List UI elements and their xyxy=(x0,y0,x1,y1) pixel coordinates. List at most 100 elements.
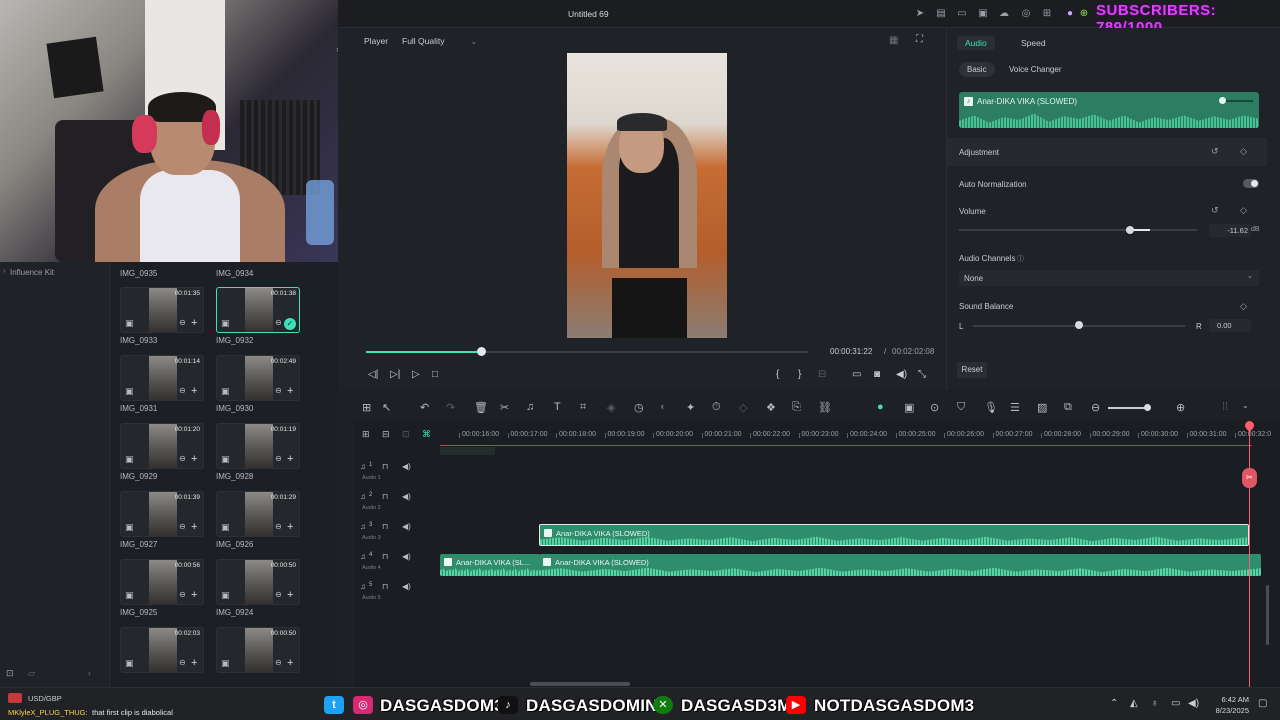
track-lock-icon[interactable]: ⊡ xyxy=(402,429,410,440)
grid-icon[interactable]: ⊞ xyxy=(1041,8,1053,20)
audio-stretch-icon[interactable]: ♫ xyxy=(526,401,534,413)
preview-icon[interactable]: ▣ xyxy=(125,658,134,669)
balance-slider-handle[interactable] xyxy=(1075,321,1083,329)
add-track-icon[interactable]: ⊞ xyxy=(362,429,370,440)
send-icon[interactable]: ➤ xyxy=(914,8,926,20)
proxy-icon[interactable]: ⊖ xyxy=(275,522,282,531)
tab-audio[interactable]: Audio xyxy=(957,36,995,50)
preview-icon[interactable]: ▣ xyxy=(221,318,230,329)
media-item[interactable]: 00:01:19 ▣ ⊖ + IMG_0928 xyxy=(216,423,300,481)
preview-icon[interactable]: ▣ xyxy=(221,454,230,465)
avatar-icon[interactable]: ● xyxy=(1064,8,1076,20)
volume-icon[interactable]: ◀) xyxy=(896,369,907,380)
proxy-icon[interactable]: ⊖ xyxy=(179,386,186,395)
lock-icon[interactable]: ⊓ xyxy=(382,492,388,501)
proxy-icon[interactable]: ⊖ xyxy=(179,522,186,531)
preview-icon[interactable]: ▣ xyxy=(221,658,230,669)
grid-dots-icon[interactable]: ⁞⁞ xyxy=(1222,401,1228,413)
quality-dropdown[interactable]: Full Quality ⌄ xyxy=(402,36,477,46)
speaker-icon[interactable]: ◀) xyxy=(402,582,411,591)
proxy-icon[interactable]: ⊖ xyxy=(179,658,186,667)
lock-icon[interactable]: ⊓ xyxy=(382,582,388,591)
media-item[interactable]: 00:02:49 ▣ ⊖ + IMG_0930 xyxy=(216,355,300,413)
track-header[interactable]: ♫ 2 ⊓ ◀) Audio 2 xyxy=(360,492,420,522)
media-item[interactable]: 00:00:56 ▣ ⊖ + IMG_0925 xyxy=(120,559,204,617)
auto-ripple-icon[interactable]: ⌘ xyxy=(422,429,431,440)
media-thumbnail[interactable]: 00:00:50 ▣ ⊖ + xyxy=(216,559,300,605)
preview-icon[interactable]: ▣ xyxy=(221,386,230,397)
track-header[interactable]: ♫ 4 ⊓ ◀) Audio 4 xyxy=(360,552,420,582)
media-item[interactable]: 00:01:29 ▣ ⊖ + IMG_0926 xyxy=(216,491,300,549)
subtab-basic[interactable]: Basic xyxy=(959,62,995,77)
more-chevron-icon[interactable]: ⌄ xyxy=(1242,401,1249,410)
fullscreen-icon[interactable]: ⤡ xyxy=(918,369,926,380)
display-tray-icon[interactable]: ▭ xyxy=(1171,698,1180,709)
playhead-line[interactable] xyxy=(1249,425,1250,687)
timer-icon[interactable]: ⏱ xyxy=(712,401,721,414)
nav-item-influence-kit[interactable]: Influence Kit xyxy=(10,268,54,277)
media-thumbnail[interactable]: 00:01:39 ▣ ⊖ + xyxy=(120,491,204,537)
list-icon[interactable]: ☰ xyxy=(1010,401,1020,414)
speaker-icon[interactable]: ◀) xyxy=(402,522,411,531)
volume-slider-handle[interactable] xyxy=(1126,226,1135,234)
proxy-icon[interactable]: ⊖ xyxy=(275,318,282,327)
microphone-icon[interactable]: 🎙 xyxy=(984,401,998,414)
volume-slider-track[interactable] xyxy=(959,229,1197,231)
ai-effects-icon[interactable]: ✦ xyxy=(686,401,695,414)
media-thumbnail[interactable]: 00:01:14 ▣ ⊖ + xyxy=(120,355,204,401)
proxy-icon[interactable]: ⊖ xyxy=(179,454,186,463)
clip-volume-handle[interactable] xyxy=(1219,97,1226,104)
media-item[interactable]: 00:01:14 ▣ ⊖ + IMG_0931 xyxy=(120,355,204,413)
timeline-vertical-scrollbar[interactable] xyxy=(1266,585,1269,645)
split-marker-icon[interactable]: ✂ xyxy=(1242,468,1257,488)
undo-icon[interactable]: ↶ xyxy=(420,401,429,414)
lock-icon[interactable]: ⊓ xyxy=(382,462,388,471)
media-item[interactable]: 00:01:20 ▣ ⊖ + IMG_0929 xyxy=(120,423,204,481)
media-item[interactable]: 00:00:50 ▣ ⊖ + xyxy=(216,627,300,676)
stock-ticker[interactable]: USD/GBP xyxy=(28,694,62,703)
mask-icon[interactable]: ◈ xyxy=(607,401,615,414)
clock-time[interactable]: 6:42 AM xyxy=(1205,695,1249,704)
previous-frame-icon[interactable]: ◁| xyxy=(368,369,378,380)
color-icon[interactable]: ◐ xyxy=(660,401,667,413)
preview-icon[interactable]: ▣ xyxy=(125,318,134,329)
notifications-icon[interactable]: ▢ xyxy=(1258,698,1267,709)
link-icon[interactable]: ⛓ xyxy=(818,401,832,414)
media-item[interactable]: 00:01:35 ▣ ⊖ + IMG_0933 xyxy=(120,287,204,345)
speaker-icon[interactable]: ◀) xyxy=(402,492,411,501)
preview-icon[interactable]: ▣ xyxy=(221,590,230,601)
plus-circle-icon[interactable]: ⊕ xyxy=(1078,8,1090,20)
audio-channels-dropdown[interactable]: None ⌄ xyxy=(959,270,1259,286)
track-header[interactable]: ♫ 5 ⊓ ◀) Audio 5 xyxy=(360,582,420,612)
document-icon[interactable]: ▤ xyxy=(935,8,947,20)
shield-icon[interactable]: ⛉ xyxy=(957,401,965,414)
proxy-icon[interactable]: ⊖ xyxy=(275,590,282,599)
balance-value-input[interactable]: 0.00 xyxy=(1209,319,1251,332)
mark-in-icon[interactable]: { xyxy=(776,369,779,380)
media-item[interactable]: 00:01:38 ▣ ⊖ ✓ IMG_0932 xyxy=(216,287,300,345)
add-icon[interactable]: + xyxy=(191,453,197,465)
keyframe-tool-icon[interactable]: ◇ xyxy=(739,401,747,414)
add-icon[interactable]: + xyxy=(287,453,293,465)
reset-button[interactable]: Reset xyxy=(957,362,987,378)
media-item[interactable]: 00:01:39 ▣ ⊖ + IMG_0927 xyxy=(120,491,204,549)
proxy-icon[interactable]: ⊖ xyxy=(275,454,282,463)
balance-keyframe-icon[interactable]: ◇ xyxy=(1240,301,1247,312)
preview-icon[interactable]: ▣ xyxy=(221,522,230,533)
collapse-panel-icon[interactable]: ‹ xyxy=(88,668,91,678)
cloud-icon[interactable]: ☁ xyxy=(998,8,1010,20)
delete-icon[interactable]: 🗑 xyxy=(474,401,488,414)
export-frame-icon[interactable]: ⎘ xyxy=(792,401,801,414)
preview-icon[interactable]: ▣ xyxy=(125,386,134,397)
proxy-icon[interactable]: ⊖ xyxy=(179,590,186,599)
media-thumbnail[interactable]: 00:02:49 ▣ ⊖ + xyxy=(216,355,300,401)
track-link-icon[interactable]: ⊟ xyxy=(382,429,390,440)
volume-keyframe-icon[interactable]: ◇ xyxy=(1240,205,1247,216)
media-item[interactable]: 00:02:03 ▣ ⊖ + xyxy=(120,627,204,676)
headset-icon[interactable]: ◎ xyxy=(1020,8,1032,20)
play-icon[interactable]: ▷ xyxy=(412,369,420,380)
reset-icon[interactable]: ↺ xyxy=(1211,146,1219,157)
auto-normalization-toggle[interactable] xyxy=(1243,179,1259,188)
zoom-in-icon[interactable]: ⊕ xyxy=(1176,401,1185,414)
network-icon[interactable]: ◭ xyxy=(1130,698,1138,709)
